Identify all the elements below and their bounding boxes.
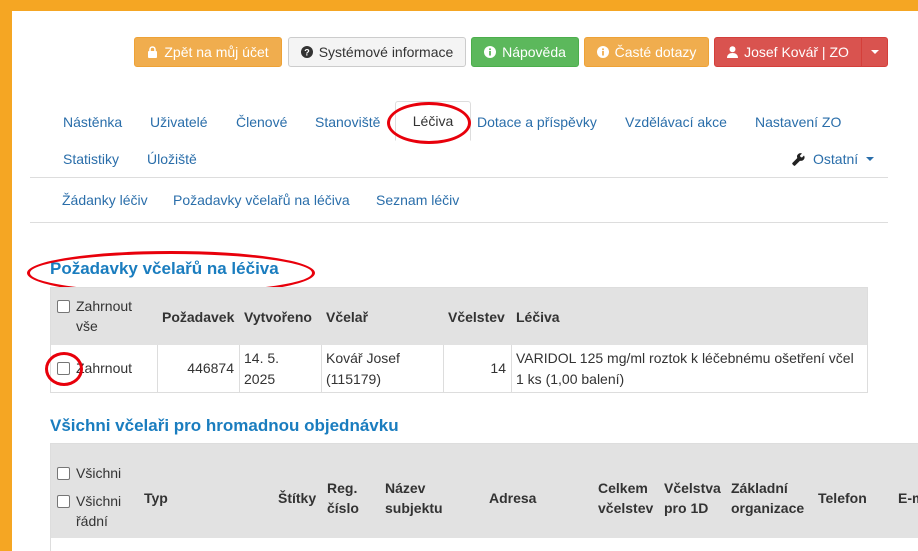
nav-item-members[interactable]: Členové — [236, 114, 287, 130]
column-header-type: Typ — [144, 490, 168, 506]
info-circle-icon — [596, 46, 609, 58]
medicine-quantity-cell: 1 ks (1,00 balení) — [516, 371, 625, 387]
column-header-organization: Základní — [731, 480, 788, 496]
subnav-divider — [30, 222, 888, 223]
bulk-order-table-header: Všichni Všichni řádní Typ Štítky Reg. čí… — [51, 444, 918, 538]
select-all-regular-label-line2: řádní — [76, 513, 108, 529]
column-header-email: E-m — [898, 490, 918, 506]
question-circle-icon: ? — [300, 46, 313, 58]
column-header-total-colonies-line2: včelstev — [598, 500, 654, 516]
nav-other-dropdown[interactable]: Ostatní — [792, 151, 875, 167]
user-menu-dropdown-toggle[interactable] — [861, 37, 888, 67]
select-all-regular-checkbox[interactable] — [57, 495, 70, 508]
column-header-reg-no: Reg. — [327, 480, 358, 496]
include-row-label: Zahrnout — [76, 360, 133, 376]
column-header-colonies-1d-line2: pro 1D — [664, 500, 709, 516]
system-info-button[interactable]: ? Systémové informace — [288, 37, 466, 67]
created-year-cell: 2025 — [244, 371, 276, 387]
user-menu-button[interactable]: Josef Kovář | ZO — [714, 37, 862, 67]
wrench-icon — [792, 152, 805, 166]
main-panel: Zpět na můj účet ? Systémové informace N… — [12, 11, 918, 551]
svg-text:?: ? — [304, 48, 310, 58]
section-title-all-beekeepers: Všichni včelaři pro hromadnou objednávku — [50, 416, 399, 435]
medicine-name-cell: VARIDOL 125 mg/ml roztok k léčebnému oše… — [516, 350, 854, 366]
nav-item-subsidies[interactable]: Dotace a příspěvky — [477, 114, 597, 130]
info-circle-icon — [484, 46, 497, 58]
column-header-medicines: Léčiva — [516, 309, 560, 325]
column-header-total-colonies: Celkem — [598, 480, 648, 496]
column-header-name: Název — [385, 480, 426, 496]
colonies-cell: 14 — [490, 360, 506, 376]
select-all-label: Všichni — [76, 465, 122, 481]
column-header-tags: Štítky — [278, 490, 317, 506]
user-icon — [727, 46, 739, 58]
column-header-name-line2: subjektu — [385, 500, 443, 516]
include-all-checkbox[interactable] — [57, 300, 70, 313]
system-info-label: Systémové informace — [318, 44, 454, 60]
column-divider — [239, 345, 240, 392]
column-header-beekeeper: Včelař — [326, 309, 369, 325]
select-all-checkbox[interactable] — [57, 467, 70, 480]
column-header-reg-no-line2: číslo — [327, 500, 359, 516]
back-to-account-button[interactable]: Zpět na můj účet — [134, 37, 282, 67]
back-to-account-label: Zpět na můj účet — [164, 44, 269, 60]
column-divider — [511, 345, 512, 392]
section-title-beekeeper-requests: Požadavky včelařů na léčiva — [50, 259, 279, 278]
column-header-request: Požadavek — [162, 309, 235, 325]
subnav-item-drug-requests[interactable]: Žádanky léčiv — [62, 192, 148, 208]
lock-icon — [148, 46, 158, 58]
subnav-item-beekeeper-requests[interactable]: Požadavky včelařů na léčiva — [173, 192, 350, 208]
nav-item-education[interactable]: Vzdělávací akce — [625, 114, 727, 130]
help-button[interactable]: Nápověda — [471, 37, 579, 67]
beekeeper-id-cell: (115179) — [326, 371, 382, 387]
bulk-order-table: Všichni Všichni řádní Typ Štítky Reg. čí… — [50, 443, 918, 551]
beekeeper-name-cell: Kovář Josef — [326, 350, 400, 366]
help-label: Nápověda — [502, 44, 566, 60]
chevron-down-icon — [866, 157, 875, 161]
created-date-cell: 14. 5. — [244, 350, 280, 366]
column-header-organization-line2: organizace — [731, 500, 805, 516]
nav-item-medicines-label: Léčiva — [412, 113, 454, 129]
nav-item-statistics[interactable]: Statistiky — [63, 151, 119, 167]
nav-divider — [30, 177, 888, 178]
chevron-down-icon — [870, 50, 879, 54]
nav-item-settings[interactable]: Nastavení ZO — [755, 114, 841, 130]
subnav-item-drug-list[interactable]: Seznam léčiv — [376, 192, 459, 208]
nav-item-storage[interactable]: Úložiště — [147, 151, 197, 167]
nav-item-users[interactable]: Uživatelé — [150, 114, 208, 130]
faq-label: Časté dotazy — [614, 44, 697, 60]
column-header-colonies: Včelstev — [448, 309, 505, 325]
column-divider — [321, 345, 322, 392]
include-row-checkbox[interactable] — [57, 362, 70, 375]
request-id-cell: 446874 — [187, 360, 234, 376]
nav-item-sites[interactable]: Stanoviště — [315, 114, 380, 130]
requests-table: Zahrnout vše Požadavek Vytvořeno Včelař … — [50, 287, 868, 393]
requests-table-header: Zahrnout vše Požadavek Vytvořeno Včelař … — [51, 288, 867, 345]
nav-item-medicines[interactable]: Léčiva — [395, 101, 471, 141]
column-header-address: Adresa — [489, 490, 537, 506]
include-all-label: Zahrnout — [76, 298, 133, 314]
column-header-created: Vytvořeno — [244, 309, 312, 325]
column-header-colonies-1d: Včelstva — [664, 480, 721, 496]
include-all-label-line2: vše — [76, 318, 98, 334]
select-all-regular-label: Všichni — [76, 493, 122, 509]
nav-item-dashboard[interactable]: Nástěnka — [63, 114, 122, 130]
faq-button[interactable]: Časté dotazy — [584, 37, 709, 67]
column-header-phone: Telefon — [818, 490, 867, 506]
nav-other-label: Ostatní — [813, 151, 859, 167]
top-toolbar: Zpět na můj účet ? Systémové informace N… — [12, 37, 918, 67]
user-name-label: Josef Kovář | ZO — [744, 44, 849, 60]
